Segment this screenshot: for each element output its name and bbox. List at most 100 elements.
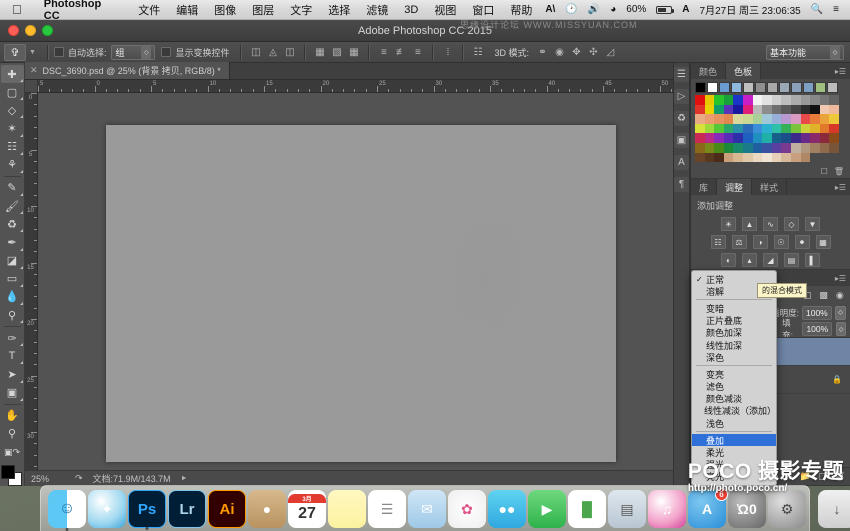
dock-item-appstore[interactable]: A6: [688, 488, 728, 528]
swatch[interactable]: [733, 123, 743, 134]
tool-preset-chevron-icon[interactable]: ▼: [28, 49, 41, 56]
dock-item-itunes[interactable]: ♫: [648, 490, 686, 528]
share-icon[interactable]: ↷: [75, 473, 83, 484]
exposure-icon[interactable]: ◇: [784, 217, 799, 232]
rectangle-tool[interactable]: ▣: [1, 384, 24, 402]
swatch[interactable]: [771, 142, 782, 153]
gradient-tool[interactable]: ▭: [1, 270, 24, 288]
swatches-top-row[interactable]: [691, 79, 850, 95]
swatch[interactable]: [714, 123, 724, 134]
swatch[interactable]: [779, 82, 790, 93]
minimize-window-button[interactable]: [25, 25, 36, 36]
swatch[interactable]: [810, 95, 820, 105]
delete-swatch-icon[interactable]: 🗑: [834, 167, 844, 176]
selective-color-icon[interactable]: ▌: [805, 253, 820, 268]
paragraph-icon[interactable]: ¶: [674, 177, 689, 192]
foreground-color-swatch[interactable]: [1, 465, 15, 480]
swatch[interactable]: [762, 104, 772, 115]
threshold-icon[interactable]: ◢: [763, 253, 778, 268]
swatch[interactable]: [781, 142, 791, 153]
type-tool[interactable]: T: [1, 347, 24, 365]
clone-stamp-tool[interactable]: ♻: [1, 215, 24, 233]
curves-icon[interactable]: ∿: [763, 217, 778, 232]
menu-app-name[interactable]: Photoshop CC: [33, 0, 131, 22]
swatch[interactable]: [752, 142, 763, 153]
swatch[interactable]: [704, 95, 715, 105]
panel-menu-icon[interactable]: ▸☰: [835, 270, 850, 286]
swatch[interactable]: [742, 133, 753, 143]
dock-item-photoshop[interactable]: Ps: [128, 490, 166, 530]
volume-icon[interactable]: 🔊: [583, 4, 605, 15]
menu-type[interactable]: 文字: [282, 2, 320, 18]
dock-item-safari[interactable]: ✦: [88, 490, 126, 528]
swatch[interactable]: [733, 104, 743, 115]
character-icon[interactable]: A: [674, 155, 689, 170]
swatch[interactable]: [810, 123, 820, 134]
swatch[interactable]: [781, 95, 791, 105]
vibrance-icon[interactable]: ▼: [805, 217, 820, 232]
hand-tool[interactable]: ✋: [1, 407, 24, 425]
panel-menu-icon[interactable]: ▸☰: [835, 179, 850, 195]
swatch[interactable]: [723, 104, 734, 115]
swatch[interactable]: [790, 133, 801, 143]
dock-item-calendar[interactable]: 3月 27: [288, 490, 326, 528]
swatch[interactable]: [829, 142, 839, 153]
swatch[interactable]: [791, 82, 802, 93]
swatch[interactable]: [714, 142, 724, 153]
menu-item-叠加[interactable]: 叠加: [692, 434, 776, 447]
vertical-ruler[interactable]: 05101520253035: [25, 93, 38, 470]
swatch[interactable]: [704, 114, 715, 124]
dock-item-messages[interactable]: ●●: [488, 490, 526, 528]
swatch[interactable]: [714, 152, 724, 163]
roll-3d-icon[interactable]: ◉: [551, 44, 568, 60]
menu-file[interactable]: 文件: [130, 2, 168, 18]
swatch[interactable]: [771, 104, 782, 115]
menu-item-颜色减淡[interactable]: 颜色减淡: [692, 393, 776, 405]
align-left-icon[interactable]: ◫: [247, 44, 264, 60]
dodge-tool[interactable]: ⚲: [1, 306, 24, 324]
align-right-icon[interactable]: ◫: [281, 44, 298, 60]
zoom-level[interactable]: 25%: [31, 474, 65, 484]
swatch[interactable]: [829, 95, 839, 105]
menu-item-强光[interactable]: 强光: [692, 459, 776, 471]
dock-item-notes[interactable]: [328, 490, 366, 528]
wifi-icon[interactable]: ◕: [605, 4, 621, 15]
swatch[interactable]: [752, 104, 763, 115]
swatch[interactable]: [790, 114, 801, 124]
new-layer-icon[interactable]: ▢: [818, 471, 827, 482]
swatch[interactable]: [723, 123, 734, 134]
swatch[interactable]: [723, 133, 734, 143]
swatch[interactable]: [695, 104, 705, 115]
swatch[interactable]: [781, 104, 791, 115]
menu-item-深色[interactable]: 深色: [692, 351, 776, 363]
zoom-tool[interactable]: ⚲: [1, 425, 24, 443]
scale-3d-icon[interactable]: ◿: [602, 44, 619, 60]
notification-center-icon[interactable]: ≡: [828, 4, 844, 15]
eyedropper-tool[interactable]: ⚘: [1, 156, 24, 174]
invert-icon[interactable]: ◐: [721, 253, 736, 268]
black-white-icon[interactable]: ◑: [752, 235, 768, 250]
blur-tool[interactable]: 💧: [1, 288, 24, 306]
auto-select-dropdown[interactable]: 组 ◇: [111, 44, 156, 60]
dock-item-keynote[interactable]: ▤: [608, 490, 646, 528]
swatch[interactable]: [800, 123, 811, 134]
swatch[interactable]: [790, 104, 801, 115]
delete-layer-icon[interactable]: 🗑: [834, 471, 845, 482]
status-arrow-icon[interactable]: ►: [181, 475, 188, 482]
smart-object-filter-icon[interactable]: ▩: [817, 289, 829, 302]
opacity-value[interactable]: 100%: [802, 305, 832, 320]
eraser-tool[interactable]: ◪: [1, 252, 24, 270]
swatch[interactable]: [771, 133, 782, 143]
menu-item-正片叠底[interactable]: 正片叠底: [692, 315, 776, 327]
clone-source-icon[interactable]: ♻: [674, 111, 689, 126]
menu-filter[interactable]: 滤镜: [358, 2, 396, 18]
swatch[interactable]: [762, 152, 772, 163]
dock-item-downloads[interactable]: ↓: [818, 490, 850, 528]
swatch[interactable]: [742, 95, 753, 105]
menu-item-亮光[interactable]: 亮光: [692, 471, 776, 483]
swatch[interactable]: [704, 104, 715, 115]
foreground-background-color[interactable]: [1, 465, 23, 487]
dock-item-lightroom[interactable]: Lr: [168, 490, 206, 528]
adobe-cc-icon[interactable]: A\: [540, 4, 560, 15]
distribute-top-icon[interactable]: ≡: [375, 44, 392, 60]
